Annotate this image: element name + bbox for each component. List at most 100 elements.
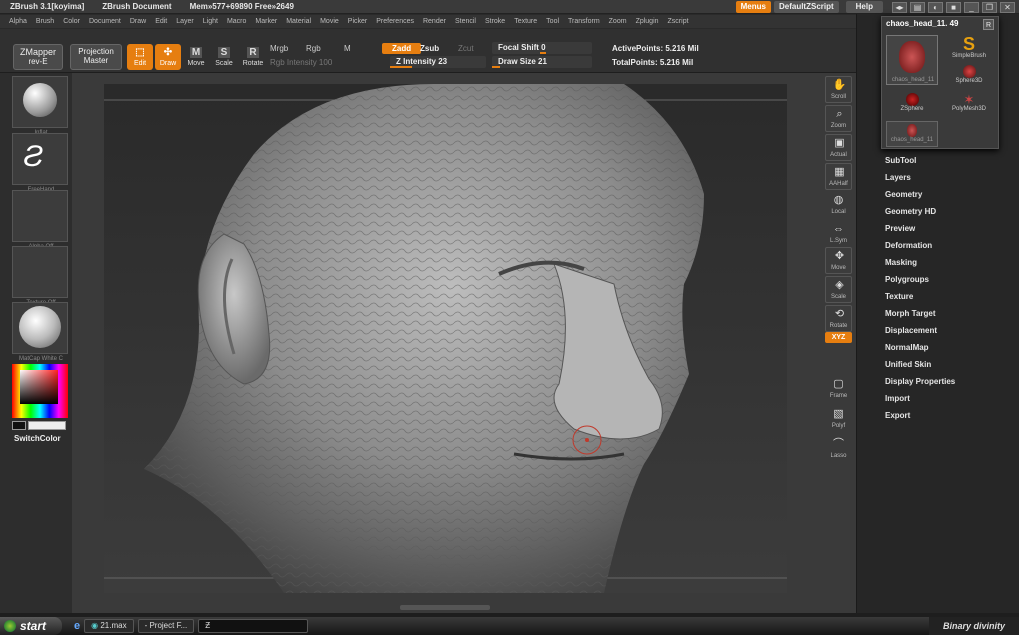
tool-item-sphere3d[interactable]: Sphere3D — [942, 65, 996, 91]
shelf-lsym-button[interactable]: ⇔ L.Sym — [825, 221, 852, 248]
alpha-thumbnail[interactable]: Alpha Off — [12, 190, 68, 250]
tool-item-simplebrush[interactable]: S SimpleBrush — [942, 35, 996, 65]
menu-macro[interactable]: Macro — [227, 18, 246, 25]
menu-zplugin[interactable]: Zplugin — [636, 18, 659, 25]
menu-zscript[interactable]: Zscript — [668, 18, 689, 25]
focal-shift-slider[interactable]: Focal Shift 0 — [492, 42, 592, 54]
menu-texture[interactable]: Texture — [514, 18, 537, 25]
tool-r-button[interactable]: R — [983, 19, 994, 30]
subpalette-display-properties[interactable]: Display Properties — [885, 377, 955, 386]
subpalette-masking[interactable]: Masking — [885, 258, 917, 267]
tool-item-zsphere[interactable]: ZSphere — [886, 93, 938, 121]
subpalette-geometry-hd[interactable]: Geometry HD — [885, 207, 936, 216]
minimize-icon[interactable]: _ — [964, 1, 979, 13]
menu-alpha[interactable]: Alpha — [9, 18, 27, 25]
shelf-local-button[interactable]: ◍ Local — [825, 192, 852, 219]
document-viewport[interactable] — [104, 84, 787, 593]
projection-master-button[interactable]: Projection Master — [70, 44, 122, 70]
menu-tool[interactable]: Tool — [546, 18, 559, 25]
start-button[interactable]: start — [0, 617, 62, 635]
subpalette-import[interactable]: Import — [885, 394, 910, 403]
menu-preferences[interactable]: Preferences — [376, 18, 414, 25]
zcut-button[interactable]: Zcut — [458, 44, 474, 53]
shelf-lasso-button[interactable]: ⌒ Lasso — [825, 436, 852, 463]
close-icon[interactable]: ✕ — [1000, 1, 1015, 13]
menus-button[interactable]: Menus — [735, 1, 771, 13]
shelf-zoom-button[interactable]: ⌕ Zoom — [825, 105, 852, 132]
zmapper-button[interactable]: ZMapper rev-E — [13, 44, 63, 70]
subpalette-deformation[interactable]: Deformation — [885, 241, 932, 250]
shelf-actual-button[interactable]: ▣ Actual — [825, 134, 852, 161]
shelf-xyz-button[interactable]: XYZ — [825, 332, 852, 343]
menu-zoom[interactable]: Zoom — [609, 18, 627, 25]
move-button[interactable]: M Move — [183, 44, 209, 70]
subpalette-layers[interactable]: Layers — [885, 173, 911, 182]
arrows-left-icon[interactable]: ◂▸ — [892, 1, 907, 13]
menu-material[interactable]: Material — [286, 18, 311, 25]
shelf-scroll-button[interactable]: ✋ Scroll — [825, 76, 852, 103]
switch-color-button[interactable]: SwitchColor — [14, 434, 61, 443]
rgb-intensity-slider[interactable]: Rgb Intensity 100 — [270, 58, 332, 67]
taskbar-item-21max[interactable]: ◉ 21.max — [84, 619, 134, 633]
ie-icon[interactable]: e — [74, 620, 80, 632]
material-thumbnail[interactable]: MatCap White C — [12, 302, 68, 362]
menu-color[interactable]: Color — [63, 18, 80, 25]
shelf-rotate-button[interactable]: ⟲ Rotate — [825, 305, 852, 332]
stroke-thumbnail[interactable]: Ƨ FreeHand — [12, 133, 68, 193]
menu-render[interactable]: Render — [423, 18, 446, 25]
zsub-button[interactable]: Zsub — [420, 44, 439, 53]
secondary-color-swatch[interactable] — [28, 421, 66, 430]
subpalette-normalmap[interactable]: NormalMap — [885, 343, 929, 352]
menu-marker[interactable]: Marker — [255, 18, 277, 25]
menu-transform[interactable]: Transform — [568, 18, 600, 25]
menu-layer[interactable]: Layer — [176, 18, 194, 25]
tool-item-polymesh3d[interactable]: ✶ PolyMesh3D — [942, 93, 996, 121]
taskbar-item-project[interactable]: - Project F... — [137, 619, 195, 633]
subpalette-export[interactable]: Export — [885, 411, 910, 420]
rotate-button[interactable]: R Rotate — [240, 44, 266, 70]
zadd-button[interactable]: Zadd — [382, 43, 422, 54]
layout-icon[interactable]: ▤ — [910, 1, 925, 13]
texture-thumbnail[interactable]: Texture Off — [12, 246, 68, 306]
tool-item-chaos-head-2[interactable]: chaos_head_11 — [886, 121, 938, 147]
shelf-aahalf-button[interactable]: ▦ AAHalf — [825, 163, 852, 190]
edit-button[interactable]: ⬚ Edit — [127, 44, 153, 70]
menu-stroke[interactable]: Stroke — [485, 18, 505, 25]
menu-light[interactable]: Light — [203, 18, 218, 25]
taskbar-item-zbrush[interactable]: Ƶ — [198, 619, 309, 633]
shelf-move-button[interactable]: ✥ Move — [825, 247, 852, 274]
subpalette-polygroups[interactable]: Polygroups — [885, 275, 929, 284]
color-swatch-square[interactable] — [20, 370, 58, 404]
primary-color-swatch[interactable] — [12, 421, 26, 430]
subpalette-geometry[interactable]: Geometry — [885, 190, 922, 199]
menu-draw[interactable]: Draw — [130, 18, 146, 25]
brush-thumbnail[interactable]: Inflat — [12, 76, 68, 136]
menu-document[interactable]: Document — [89, 18, 121, 25]
subpalette-preview[interactable]: Preview — [885, 224, 915, 233]
default-zscript-button[interactable]: DefaultZScript — [773, 1, 839, 13]
scale-button[interactable]: S Scale — [211, 44, 237, 70]
menu-picker[interactable]: Picker — [348, 18, 367, 25]
tool-item-chaos-head[interactable]: chaos_head_11 — [886, 35, 938, 85]
shelf-frame-button[interactable]: ▢ Frame — [825, 376, 852, 403]
draw-size-slider[interactable]: Draw Size 21 — [492, 56, 592, 68]
menu-stencil[interactable]: Stencil — [455, 18, 476, 25]
color-icon[interactable]: ◐ — [928, 1, 943, 13]
canvas-scroll-handle[interactable] — [400, 605, 490, 610]
z-intensity-slider[interactable]: Z Intensity 23 — [390, 56, 486, 68]
help-button[interactable]: Help — [845, 1, 883, 13]
color-picker[interactable] — [12, 364, 68, 418]
subpalette-texture[interactable]: Texture — [885, 292, 913, 301]
draw-button[interactable]: ✣ Draw — [155, 44, 181, 70]
subpalette-displacement[interactable]: Displacement — [885, 326, 937, 335]
lock-icon[interactable]: ■ — [946, 1, 961, 13]
subpalette-unified-skin[interactable]: Unified Skin — [885, 360, 931, 369]
shelf-polyf-button[interactable]: ▧ Polyf — [825, 406, 852, 433]
subpalette-subtool[interactable]: SubTool — [885, 156, 916, 165]
subpalette-morph-target[interactable]: Morph Target — [885, 309, 936, 318]
restore-icon[interactable]: ❐ — [982, 1, 997, 13]
m-button[interactable]: M — [344, 44, 351, 53]
rgb-button[interactable]: Rgb — [306, 44, 321, 53]
menu-brush[interactable]: Brush — [36, 18, 54, 25]
mrgb-button[interactable]: Mrgb — [270, 44, 288, 53]
